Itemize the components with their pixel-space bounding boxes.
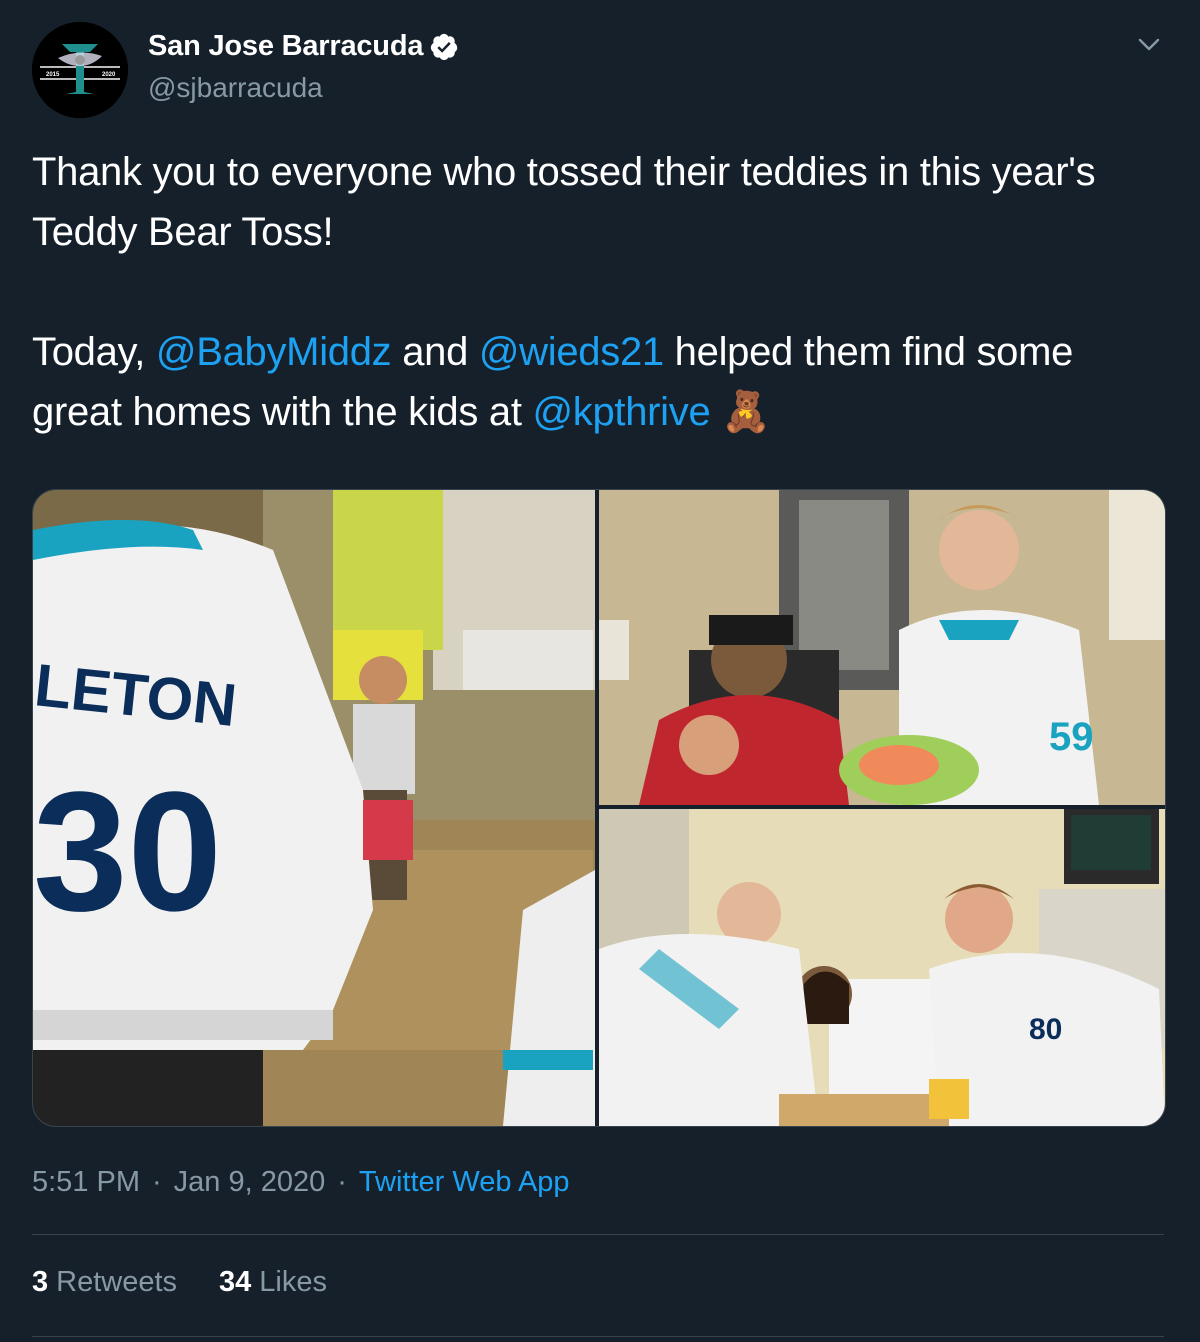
retweets-label: Retweets: [56, 1266, 178, 1298]
author-name-row[interactable]: San Jose Barracuda: [148, 30, 459, 63]
teddy-bear-emoji: 🧸: [721, 390, 771, 434]
author-avatar[interactable]: 2015 2020: [32, 22, 128, 118]
mention-wieds21[interactable]: @wieds21: [479, 330, 664, 374]
team-logo-avatar: 2015 2020: [32, 22, 128, 118]
tweet-source-link[interactable]: Twitter Web App: [359, 1166, 570, 1199]
svg-text:80: 80: [1029, 1013, 1062, 1046]
mention-kpthrive[interactable]: @kpthrive: [532, 390, 710, 434]
tweet-meta: 5:51 PM · Jan 9, 2020 · Twitter Web App: [32, 1166, 570, 1199]
svg-text:30: 30: [33, 757, 222, 947]
divider: [32, 1234, 1164, 1235]
likes-label: Likes: [259, 1266, 327, 1298]
author-display-name[interactable]: San Jose Barracuda: [148, 30, 423, 63]
verified-badge-icon: [431, 33, 458, 60]
divider: [32, 1336, 1164, 1337]
likes-count: 34: [219, 1266, 252, 1298]
chevron-down-icon[interactable]: [1134, 32, 1164, 58]
mention-babymiddz[interactable]: @BabyMiddz: [156, 330, 392, 374]
avatar-year-right: 2020: [102, 72, 116, 78]
photo-player-with-child[interactable]: LETON 30: [33, 490, 595, 1126]
retweets-stat[interactable]: 3 Retweets: [32, 1266, 177, 1299]
tweet-date[interactable]: Jan 9, 2020: [174, 1166, 326, 1199]
tweet-paragraph-1: Thank you to everyone who tossed their t…: [32, 150, 1096, 254]
svg-text:59: 59: [1049, 715, 1094, 759]
tweet-text-segment: Today,: [32, 330, 156, 374]
photo-players-with-patient[interactable]: 80: [599, 809, 1165, 1126]
tweet-text-segment: and: [402, 330, 479, 374]
likes-stat[interactable]: 34 Likes: [219, 1266, 327, 1299]
tweet-text: Thank you to everyone who tossed their t…: [32, 142, 1162, 442]
media-grid: LETON 30 59 80: [32, 489, 1166, 1127]
tweet-time[interactable]: 5:51 PM: [32, 1166, 140, 1199]
meta-separator: ·: [337, 1166, 347, 1198]
meta-separator: ·: [152, 1166, 162, 1198]
retweets-count: 3: [32, 1266, 49, 1298]
avatar-year-left: 2015: [46, 72, 60, 78]
author-handle[interactable]: @sjbarracuda: [148, 72, 323, 104]
photo-player-with-baby[interactable]: 59: [599, 490, 1165, 805]
tweet-paragraph-2: Today, @BabyMiddz and @wieds21 helped th…: [32, 322, 1162, 442]
tweet-stats: 3 Retweets 34 Likes: [32, 1266, 327, 1299]
